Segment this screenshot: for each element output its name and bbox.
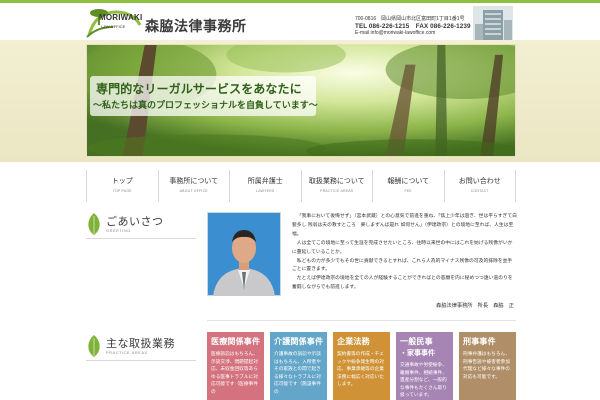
logo-english: MORIWAKI bbox=[99, 13, 143, 22]
director-portrait bbox=[207, 212, 281, 296]
greeting-title: ごあいさつ bbox=[106, 215, 164, 228]
greeting-divider bbox=[207, 320, 516, 321]
card-body: 介護事故の訴訟や示談はもちろん、入所者やその家族との間で起きる様々なトラブルに対… bbox=[274, 352, 321, 395]
greeting-signature: 森脇法律事務所 所長 森脇 正 bbox=[436, 303, 514, 309]
logo-subtitle: LAW OFFICE bbox=[101, 24, 126, 29]
nav-item-top[interactable]: トップ TOP PAGE bbox=[86, 170, 158, 202]
logo-japanese: 森脇法律事務所 bbox=[145, 19, 247, 35]
nav-label: 事務所について bbox=[169, 177, 219, 185]
nav-item-about[interactable]: 事務所について ABOUT OFFICE bbox=[157, 170, 230, 202]
office-building-image bbox=[473, 6, 513, 43]
practice-card-criminal[interactable]: 刑事事件 刑事弁護はもちろん、刑事告訴や被害者参加代理など様々な事件の対応も可能… bbox=[459, 332, 516, 400]
card-body: 刑事弁護はもちろん、刑事告訴や被害者参加代理など様々な事件の対応も可能です。 bbox=[463, 352, 510, 380]
card-title: 一般民事 bbox=[400, 337, 433, 346]
hero-subtitle: ～私たちは真のプロフェッショナルを自負しています～ bbox=[93, 101, 318, 111]
practice-heading: 主な取扱業務 PRACTICE AREAS bbox=[86, 334, 196, 360]
greeting-body: 「我事において後悔せず」（宮本武蔵）との心意気で前進を重ね、「焦上少年は過ぎ、世… bbox=[292, 213, 517, 293]
greeting-paragraph: 人は全てこの境地に至って生涯を完成させたいところ、往時以来世の中にはこれを妨げる… bbox=[292, 240, 513, 255]
greeting-paragraph: たとえば伊達政宗の境地を全ての人が経験することができればとの悲願を内に秘めつつ遠… bbox=[292, 276, 513, 291]
nav-item-fee[interactable]: 報酬について FEE bbox=[372, 170, 444, 202]
nav-item-practice[interactable]: 取扱業務について PRACTICE AREAS bbox=[300, 170, 373, 202]
leaf-icon bbox=[88, 335, 100, 357]
nav-label-en: FEE bbox=[404, 189, 412, 193]
tree-logo-icon bbox=[86, 9, 142, 38]
practice-title-en: PRACTICE AREAS bbox=[106, 350, 148, 355]
card-title: 医療関係事件 bbox=[211, 337, 261, 346]
greeting-heading: ごあいさつ GREETING bbox=[86, 212, 196, 238]
leaf-icon bbox=[88, 213, 100, 235]
nav-label-en: TOP PAGE bbox=[112, 189, 132, 193]
card-body: 交通事故や労使紛争、離婚事件、相続事件、遺産分割など、一般的な事件もたくさん取り… bbox=[400, 363, 447, 399]
nav-label-en: LAWYERS bbox=[256, 189, 275, 193]
practice-card-corporate[interactable]: 企業法務 契約書等の作成・チェックや紛争発生時の対応、事業承継等の企業法務に幅広… bbox=[333, 332, 390, 400]
card-title: 刑事事件 bbox=[463, 337, 496, 346]
card-body: 医療訴訟はもちろん、示談交渉、問題提起対応、未収金回収等あらゆる医事トラブルに対… bbox=[211, 352, 258, 395]
nav-label-en: ABOUT OFFICE bbox=[179, 189, 208, 193]
card-body: 契約書等の作成・チェックや紛争発生時の対応、事業承継等の企業法務に幅広く対応いた… bbox=[337, 352, 384, 388]
nav-label-en: CONTACT bbox=[470, 189, 489, 193]
hero-title: 専門的なリーガルサービスをあなたに bbox=[96, 82, 302, 96]
contact-info: 700-0816 岡山県岡山市北区富田町1丁目1番1号 TEL 086-226-… bbox=[355, 16, 485, 37]
section-divider bbox=[86, 238, 196, 239]
site-header: MORIWAKI LAW OFFICE 森脇法律事務所 700-0816 岡山県… bbox=[0, 0, 600, 43]
global-nav: トップ TOP PAGE 事務所について ABOUT OFFICE 所属弁護士 … bbox=[86, 170, 516, 202]
greeting-title-en: GREETING bbox=[106, 228, 131, 233]
email-link[interactable]: E-mail info@moriwaki-lawoffice.com bbox=[355, 30, 485, 37]
practice-card-care[interactable]: 介護関係事件 介護事故の訴訟や示談はもちろん、入所者やその家族との間で起きる様々… bbox=[270, 332, 327, 400]
nav-item-contact[interactable]: お問い合わせ CONTACT bbox=[443, 170, 516, 202]
practice-card-civil[interactable]: 一般民事 ・家事事件 交通事故や労使紛争、離婚事件、相続事件、遺産分割など、一般… bbox=[396, 332, 453, 400]
address-text: 700-0816 岡山県岡山市北区富田町1丁目1番1号 bbox=[355, 16, 465, 22]
greeting-paragraph: 私どもの力が多少でもその世に貢献できるとすれば、これら人為的マイナス残像の可及的… bbox=[292, 258, 513, 273]
nav-label-en: PRACTICE AREAS bbox=[320, 189, 354, 193]
section-divider bbox=[86, 360, 196, 361]
nav-item-lawyers[interactable]: 所属弁護士 LAWYERS bbox=[229, 170, 301, 202]
card-title: 介護関係事件 bbox=[274, 337, 324, 346]
card-subtitle: ・家事事件 bbox=[400, 349, 435, 357]
nav-label: 報酬について bbox=[387, 177, 430, 185]
nav-label: 取扱業務について bbox=[308, 177, 365, 185]
site-logo[interactable]: MORIWAKI LAW OFFICE 森脇法律事務所 bbox=[85, 7, 285, 39]
greeting-paragraph: 「我事において後悔せず」（宮本武蔵）との心意気で前進を重ね、「焦上少年は過ぎ、世… bbox=[292, 214, 517, 237]
practice-card-medical[interactable]: 医療関係事件 医療訴訟はもちろん、示談交渉、問題提起対応、未収金回収等あらゆる医… bbox=[207, 332, 264, 400]
nav-label: トップ bbox=[111, 177, 133, 185]
card-title: 企業法務 bbox=[337, 337, 370, 346]
phone-fax-text: TEL 086-226-1215 FAX 086-226-1239 bbox=[355, 23, 471, 30]
nav-label: お問い合わせ bbox=[458, 177, 501, 185]
practice-title: 主な取扱業務 bbox=[106, 337, 175, 350]
nav-label: 所属弁護士 bbox=[247, 177, 283, 185]
